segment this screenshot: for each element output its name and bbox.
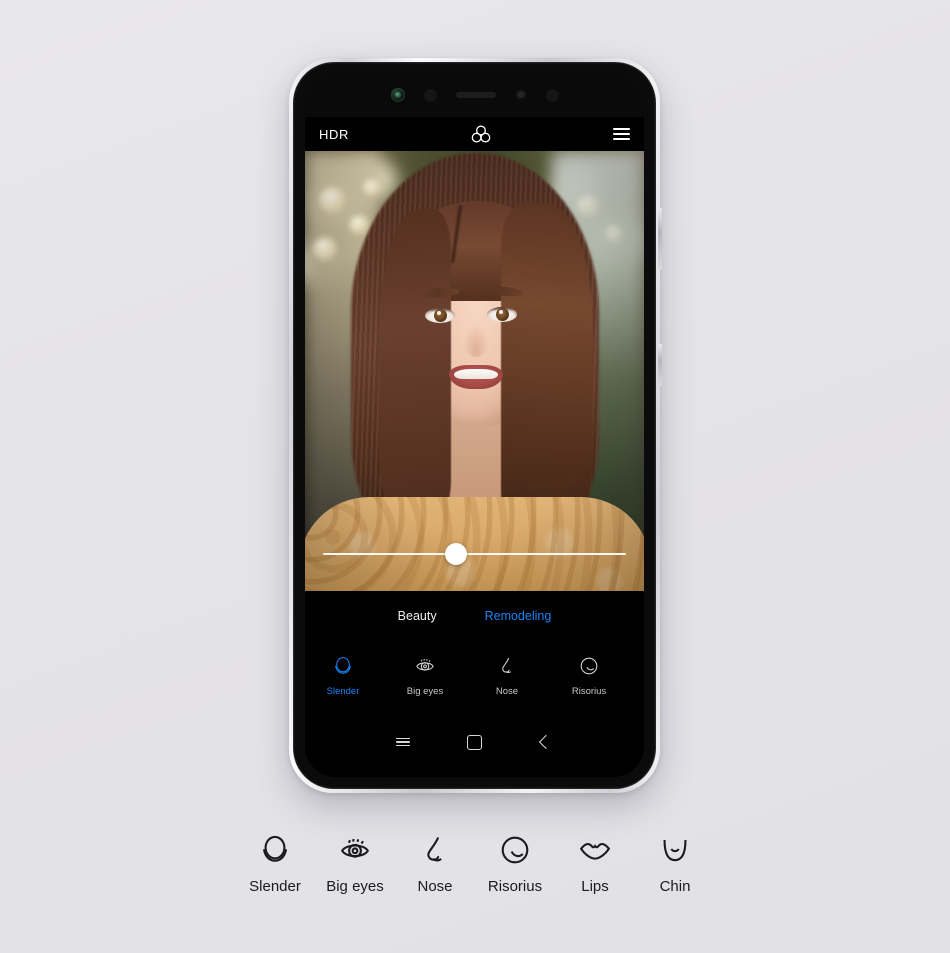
big-eyes-icon — [315, 828, 395, 872]
legend-label: Lips — [581, 878, 609, 895]
sensor-dot-icon — [423, 88, 437, 102]
lips-icon — [555, 828, 635, 872]
legend-label: Slender — [249, 878, 301, 895]
tool-label: Nose — [495, 686, 519, 697]
tool-label: Lips — [643, 686, 644, 697]
legend-item-lips: Lips — [555, 828, 635, 895]
ir-sensor-icon — [514, 89, 527, 101]
mode-tabs: Beauty Remodeling — [305, 591, 644, 623]
earpiece-speaker-icon — [455, 92, 496, 98]
tab-remodeling[interactable]: Remodeling — [485, 609, 552, 623]
phone-device: HDR Beauty Remodeling Slender Big eyes N… — [289, 58, 662, 793]
tool-label: Risorius — [571, 686, 607, 697]
tool-label: Slender — [326, 686, 360, 697]
intensity-slider[interactable] — [323, 543, 626, 565]
photo-subject — [305, 151, 644, 591]
home-button[interactable] — [455, 729, 495, 755]
big-eyes-icon — [397, 651, 453, 681]
volume-button[interactable] — [658, 208, 662, 270]
phone-screen: HDR Beauty Remodeling Slender Big eyes N… — [305, 73, 644, 777]
lips-icon — [643, 651, 644, 681]
android-nav-bar — [305, 725, 644, 759]
legend-item-slender: Slender — [235, 828, 315, 895]
legend-label: Chin — [659, 878, 691, 895]
tool-item-big-eyes[interactable]: Big eyes — [397, 651, 453, 697]
tool-strip[interactable]: Slender Big eyes Nose Risorius — [305, 651, 644, 697]
risorius-icon — [561, 651, 617, 681]
back-button[interactable] — [526, 729, 566, 755]
phone-bezel: HDR Beauty Remodeling Slender Big eyes N… — [293, 62, 656, 789]
tool-item-slender[interactable]: Slender — [315, 651, 371, 697]
camera-topbar: HDR — [305, 117, 644, 151]
tool-item-lips[interactable]: Lips — [643, 651, 644, 697]
proximity-sensor-icon — [545, 88, 559, 102]
risorius-icon — [475, 828, 555, 872]
front-camera-icon — [390, 88, 405, 102]
legend-label: Big eyes — [326, 878, 384, 895]
hdr-toggle[interactable]: HDR — [319, 127, 349, 142]
slender-icon — [235, 828, 315, 872]
hamburger-menu-icon[interactable] — [613, 128, 630, 140]
slender-icon — [315, 651, 371, 681]
legend-item-big-eyes: Big eyes — [315, 828, 395, 895]
sensor-row — [305, 73, 644, 117]
feature-legend: Slender Big eyes Nose Risorius Lips Chin — [0, 828, 950, 895]
tool-label: Big eyes — [406, 686, 444, 697]
legend-label: Nose — [417, 878, 453, 895]
legend-label: Risorius — [487, 878, 543, 895]
slider-track[interactable] — [323, 553, 626, 555]
slider-thumb[interactable] — [445, 543, 468, 565]
tool-item-risorius[interactable]: Risorius — [561, 651, 617, 697]
nose-icon — [479, 651, 535, 681]
page-background: HDR Beauty Remodeling Slender Big eyes N… — [0, 0, 950, 953]
recents-button[interactable] — [383, 729, 423, 755]
tab-beauty[interactable]: Beauty — [398, 609, 437, 623]
nose-icon — [395, 828, 475, 872]
beauty-mode-icon[interactable] — [349, 124, 613, 144]
power-button[interactable] — [658, 344, 662, 386]
chin-icon — [635, 828, 715, 872]
legend-item-risorius: Risorius — [475, 828, 555, 895]
camera-controls-panel: Beauty Remodeling Slender Big eyes Nose … — [305, 591, 644, 777]
tool-item-nose[interactable]: Nose — [479, 651, 535, 697]
camera-viewfinder — [305, 151, 644, 591]
legend-item-chin: Chin — [635, 828, 715, 895]
legend-item-nose: Nose — [395, 828, 475, 895]
